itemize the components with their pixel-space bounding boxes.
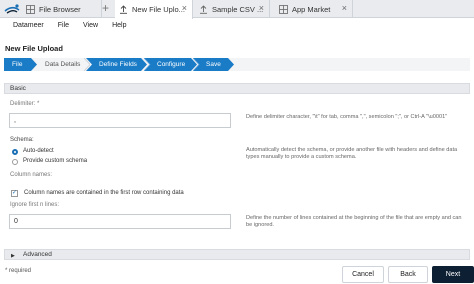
wizard-step-data-details[interactable]: Data Details bbox=[33, 58, 90, 71]
tab-new-file-upload[interactable]: New File Uplo... × bbox=[115, 0, 193, 19]
back-button[interactable]: Back bbox=[388, 266, 428, 283]
page-title: New File Upload bbox=[5, 44, 63, 53]
menu-bar: Datameer File View Help bbox=[0, 18, 474, 32]
ignore-lines-label: Ignore first n lines: bbox=[10, 202, 60, 208]
tab-file-browser[interactable]: File Browser bbox=[22, 0, 102, 18]
ignore-lines-input[interactable]: 0 bbox=[9, 214, 231, 229]
menu-item-datameer[interactable]: Datameer bbox=[13, 22, 44, 29]
basic-section-header[interactable]: Basic bbox=[4, 83, 470, 94]
tab-label: New File Uplo... bbox=[132, 5, 185, 14]
menu-item-view[interactable]: View bbox=[83, 22, 98, 29]
close-icon[interactable]: × bbox=[342, 4, 347, 13]
close-icon[interactable]: × bbox=[259, 4, 264, 13]
wizard-steps: File Data Details Define Fields Configur… bbox=[4, 58, 470, 71]
schema-custom-label[interactable]: Provide custom schema bbox=[23, 158, 87, 164]
tab-label: File Browser bbox=[39, 4, 81, 14]
delimiter-input[interactable]: , bbox=[9, 113, 231, 128]
datameer-logo-icon[interactable] bbox=[2, 1, 22, 17]
next-button[interactable]: Next bbox=[432, 266, 474, 283]
schema-custom-radio[interactable] bbox=[12, 159, 18, 165]
required-note: * required bbox=[5, 268, 32, 274]
advanced-section-header[interactable]: ▶ Advanced bbox=[4, 249, 470, 260]
grid-icon bbox=[26, 4, 35, 14]
wizard-step-define-fields[interactable]: Define Fields bbox=[86, 58, 147, 71]
menu-item-file[interactable]: File bbox=[58, 22, 69, 29]
column-names-checkbox[interactable]: ✓ bbox=[11, 190, 18, 197]
schema-auto-detect-label[interactable]: Auto-detect bbox=[23, 148, 54, 154]
close-icon[interactable]: × bbox=[182, 4, 187, 13]
column-names-checkbox-label[interactable]: Column names are contained in the first … bbox=[24, 190, 184, 196]
upload-icon bbox=[119, 5, 128, 14]
grid-icon bbox=[279, 4, 288, 14]
tab-label: Sample CSV ... bbox=[212, 4, 264, 14]
advanced-label: Advanced bbox=[23, 251, 52, 258]
schema-label: Schema: bbox=[10, 137, 34, 143]
cancel-button[interactable]: Cancel bbox=[342, 266, 384, 283]
schema-auto-detect-radio[interactable] bbox=[12, 149, 18, 155]
upload-icon bbox=[199, 4, 208, 14]
schema-help-text: Automatically detect the schema, or prov… bbox=[246, 147, 458, 161]
wizard-step-save[interactable]: Save bbox=[193, 58, 234, 71]
tab-sample-csv[interactable]: Sample CSV ... × bbox=[195, 0, 270, 18]
menu-item-help[interactable]: Help bbox=[112, 22, 126, 29]
caret-right-icon: ▶ bbox=[11, 253, 15, 259]
wizard-step-configure[interactable]: Configure bbox=[144, 58, 197, 71]
new-tab-plus-icon[interactable]: + bbox=[102, 2, 109, 15]
ignore-lines-help-text: Define the number of lines contained at … bbox=[246, 215, 462, 229]
delimiter-help-text: Define delimiter character, "\t" for tab… bbox=[246, 114, 448, 120]
tab-bar: File Browser + New File Uplo... × Sample… bbox=[0, 0, 474, 19]
tab-app-market[interactable]: App Market × bbox=[275, 0, 353, 18]
column-names-label: Column names: bbox=[10, 172, 53, 178]
tab-label: App Market bbox=[292, 4, 331, 14]
delimiter-label: Delimiter: * bbox=[10, 101, 40, 107]
